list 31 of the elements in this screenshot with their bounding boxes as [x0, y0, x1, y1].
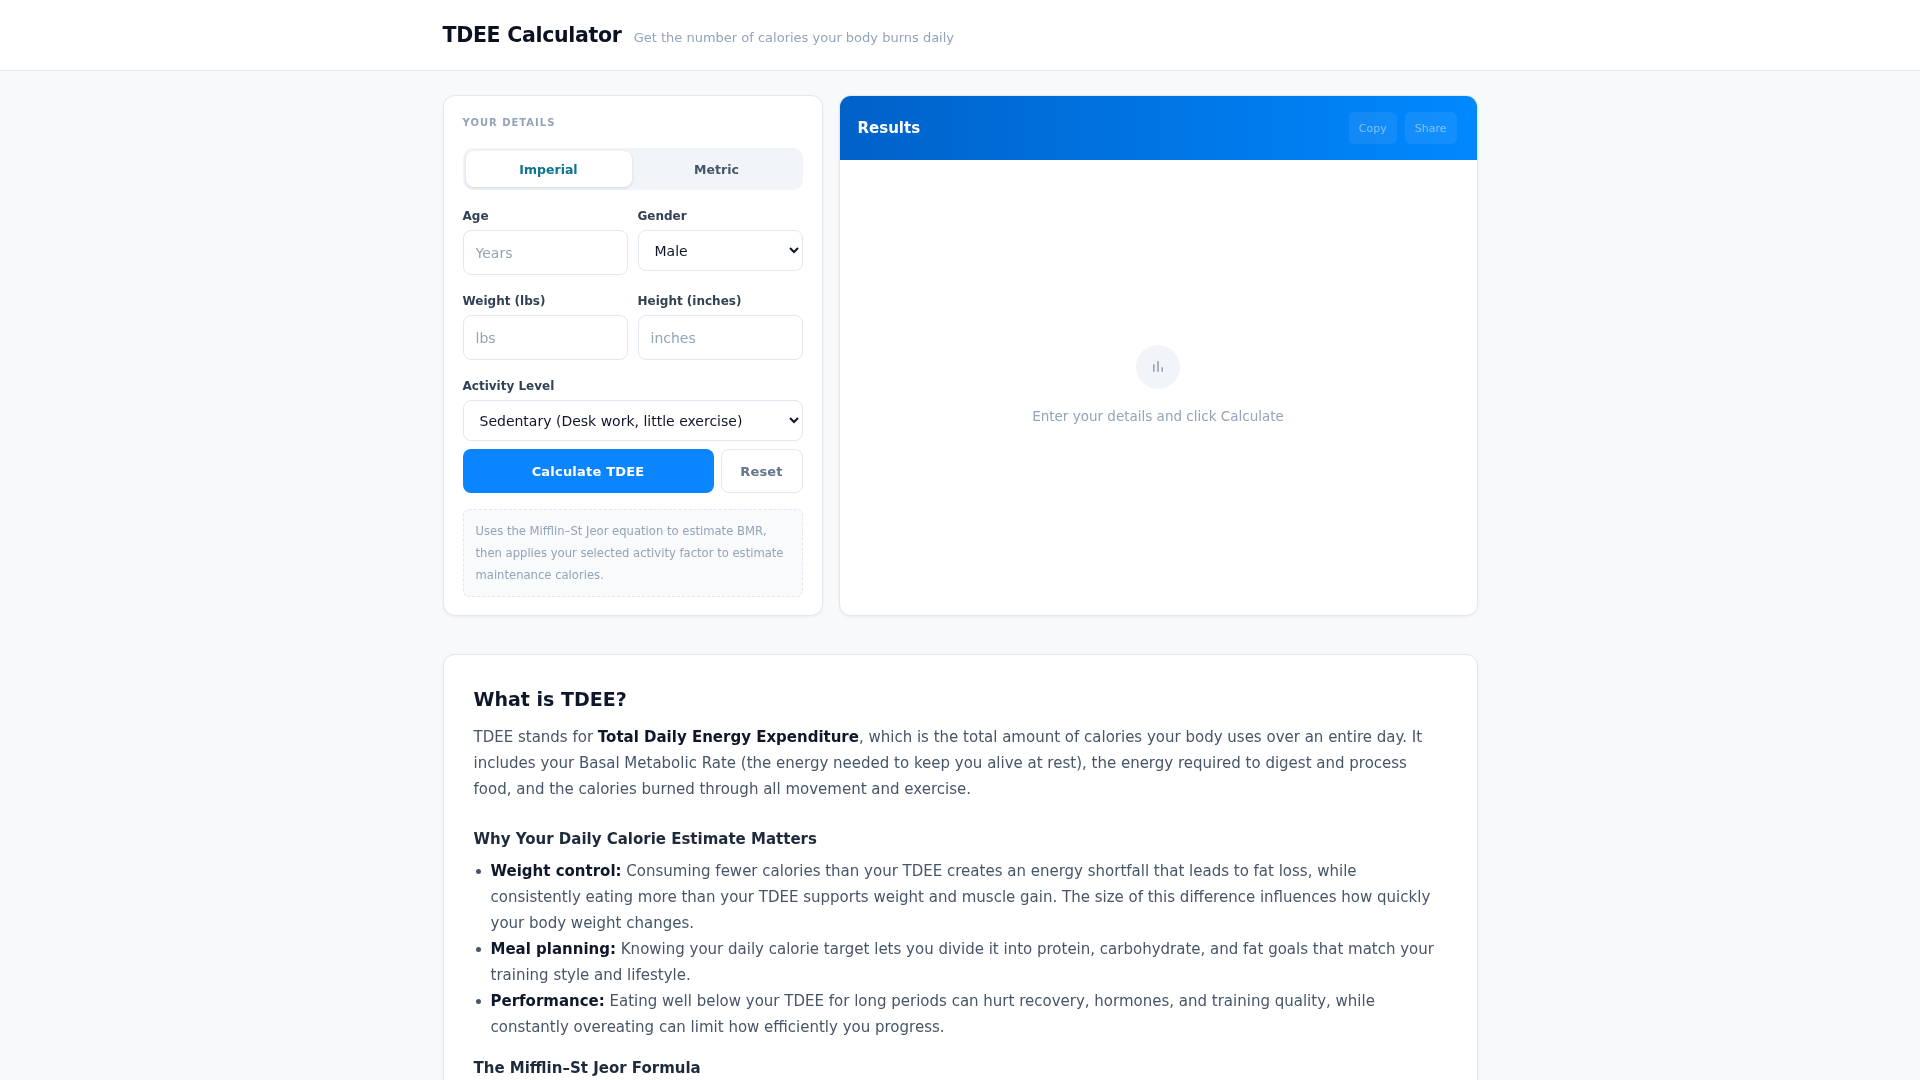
bar-chart-icon	[1136, 344, 1180, 389]
field-label: Weight (lbs)	[462, 293, 547, 309]
input-field[interactable]: lbs	[462, 315, 628, 360]
dropdown[interactable]: Male	[637, 230, 803, 271]
field-label: Gender	[637, 208, 688, 224]
results-title: Results	[857, 119, 921, 137]
info-title: What is TDEE?	[473, 687, 628, 712]
app-title: TDEE Calculator	[442, 22, 622, 48]
info-paragraph: TDEE stands for Total Daily Energy Expenditure, which is the total amount of calories your body uses over an entire day. It includes your Basal Metabolic Rate (the energy needed to keep you alive at rest), the energy required to digest and process food, and the calories burned through all movement and exercise.	[473, 727, 1424, 800]
bullet-icon	[475, 999, 481, 1004]
bullet-icon	[475, 947, 481, 952]
list-item-text: Meal planning: Knowing your daily calorie target lets you divide it into protein, carbohydrate, and fat goals that match your training style and lifestyle.	[490, 939, 1435, 986]
bullet-icon	[475, 869, 481, 874]
calculate-button[interactable]: Calculate TDEE	[462, 449, 714, 493]
unit-tab[interactable]: Metric	[633, 151, 800, 187]
section-label: YOUR DETAILS	[462, 116, 557, 130]
section-heading: The Mifflin–St Jeor Formula	[473, 1058, 702, 1079]
reset-button[interactable]: Reset	[720, 449, 803, 493]
dropdown[interactable]: Sedentary (Desk work, little exercise)	[462, 400, 803, 441]
input-field[interactable]: inches	[637, 315, 803, 360]
input-field[interactable]: Years	[462, 230, 628, 275]
unit-tab[interactable]: Imperial	[465, 151, 632, 187]
empty-message: Enter your details and click Calculate	[1032, 406, 1284, 425]
list-item-text: Weight control: Consuming fewer calories than your TDEE creates an energy shortfall that leads to fat loss, while consistently eating more than your TDEE supports weight and muscle gain. The size of this difference influences how quickly your body weight changes.	[490, 861, 1432, 934]
section-heading: Why Your Daily Calorie Estimate Matters	[473, 829, 818, 850]
app-subtitle: Get the number of calories your body burns daily	[633, 30, 955, 45]
field-label: Height (inches)	[637, 293, 743, 309]
field-label: Age	[462, 208, 490, 224]
list-item-text: Performance: Eating well below your TDEE for long periods can hurt recovery, hormones, and training quality, while constantly overeating can limit how efficiently you progress.	[490, 991, 1376, 1038]
field-label: Activity Level	[462, 378, 556, 394]
method-note: Uses the Mifflin–St Jeor equation to estimate BMR, then applies your selected activity factor to estimate maintenance calories.	[462, 509, 803, 597]
